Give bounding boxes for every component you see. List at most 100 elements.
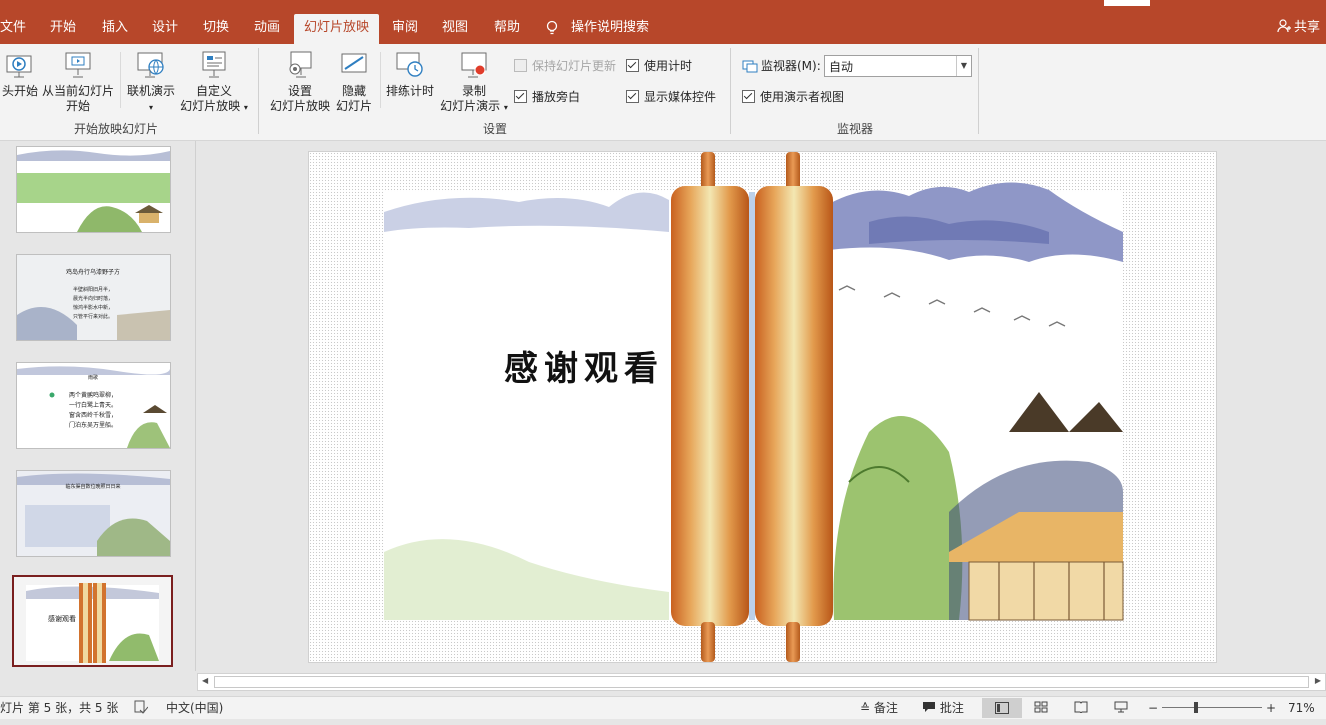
tab-view[interactable]: 视图 [433,14,477,44]
horizontal-scrollbar[interactable]: ◀ ▶ [197,673,1326,691]
slide-editing-area[interactable]: 感谢观看 [308,151,1217,663]
chevron-down-icon[interactable]: ▼ [956,56,971,76]
slide-thumbnail-3[interactable]: 雨歌 两个黄鹂鸣翠柳， 一行白鹭上青天。 窗含西岭千秋雪， 门泊东吴万里船。 [16,362,171,449]
hide-slide-button[interactable]: 隐藏 幻灯片 [334,50,374,114]
comment-icon [923,702,935,712]
window-title-fragment [1104,0,1150,6]
scroll-right-icon[interactable]: ▶ [1315,676,1321,685]
thumbnail-3-bullet [49,392,55,398]
rehearse-timings-button[interactable]: 排练计时 [384,50,436,99]
book-icon [1074,701,1088,714]
thumbnail-3-line: 两个黄鹂鸣翠柳， [69,391,117,399]
group-label-monitor: 监视器 [836,122,873,136]
temple-building [968,561,1124,621]
slide-sorter-button[interactable] [1034,697,1048,719]
notes-button[interactable]: ≙ 备注 [860,697,898,719]
slide-thumbnail-4[interactable]: 临东渠自数位晚照日日来 [16,470,171,557]
slide-thumbnail-2[interactable]: 鸡岛舟行乌漆野子方 半壁斜阳旧月半， 晨光半向归时落， 惊鸿半影水中新， 只管平… [16,254,171,341]
tab-insert[interactable]: 插入 [92,14,138,44]
custom-show-icon [202,51,226,78]
slide-title[interactable]: 感谢观看 [504,349,664,389]
projector-icon [1114,701,1128,713]
current-slide[interactable]: 感谢观看 [309,152,1216,662]
comments-label: 批注 [939,701,964,715]
play-from-start-icon [6,55,32,78]
slideshow-view-button[interactable] [1114,697,1128,719]
monitor-field-label: 监视器(M): [742,58,821,74]
setup-slideshow-label-2: 幻灯片放映 [269,99,330,113]
custom-slideshow-button[interactable]: 自定义 幻灯片放映 ▾ [178,50,250,115]
thumbnail-3-line: 一行白鹭上青天。 [69,401,117,409]
tab-help[interactable]: 帮助 [484,14,530,44]
thumbnail-5-line: 感谢观看 [48,614,76,623]
reading-view-button[interactable] [1074,697,1088,719]
from-beginning-button[interactable]: 头开始 [0,50,40,99]
slide-thumbnail-1[interactable] [16,146,171,233]
thumbnail-2-line: 半壁斜阳旧月半， [73,286,113,293]
comments-button[interactable]: 批注 [922,697,964,719]
from-current-label-1: 从当前幻灯片 [41,84,114,98]
monitor-label: 监视器(M): [761,59,821,73]
present-online-button[interactable]: 联机演示 ▾ [124,50,178,115]
slide-thumbnail-pane[interactable]: 鸡岛舟行乌漆野子方 半壁斜阳旧月半， 晨光半向归时落， 惊鸿半影水中新， 只管平… [0,141,196,671]
use-timings-checkbox[interactable]: 使用计时 [626,58,692,74]
scroll-rod-bottom-left [701,622,715,662]
thumbnail-4-line: 临东渠自数位晚照日日来 [65,483,120,490]
thumbnail-2-line: 只管平行来对此。 [73,313,113,320]
notes-label: 备注 [873,701,898,715]
setup-show-icon [289,51,312,78]
from-current-button[interactable]: 从当前幻灯片 开始 [40,50,116,114]
zoom-slider-handle[interactable] [1194,702,1198,713]
tab-home[interactable]: 开始 [40,14,86,44]
setup-slideshow-button[interactable]: 设置 幻灯片放映 [266,50,334,114]
monitor-select[interactable]: 自动 ▼ [824,55,972,77]
ribbon-divider [120,52,121,108]
tab-transitions[interactable]: 切换 [193,14,239,44]
tab-file[interactable]: 文件 [0,14,26,44]
scrollbar-thumb[interactable] [214,676,1309,688]
normal-view-button[interactable] [982,698,1022,718]
slide-thumbnail-5[interactable]: 感谢观看 [12,575,173,667]
notes-icon: ≙ [860,701,871,715]
zoom-in-button[interactable]: + [1266,697,1276,719]
group-separator [258,48,259,134]
tab-review[interactable]: 审阅 [384,14,426,44]
ribbon-slideshow: 头开始 从当前幻灯片 开始 联机演示 ▾ 自定义 幻灯片放映 ▾ 开始放映幻灯片 … [0,44,1326,141]
play-narration-checkbox[interactable]: 播放旁白 [514,89,580,105]
hide-slide-icon [341,53,367,73]
zoom-slider-track[interactable] [1162,707,1262,708]
tab-slideshow[interactable]: 幻灯片放映 [294,14,379,44]
zoom-out-button[interactable]: − [1148,697,1158,719]
custom-slideshow-label-1: 自定义 [195,84,232,98]
record-icon [461,52,487,78]
rehearse-timings-label: 排练计时 [385,84,434,98]
thumbnail-3-line: 窗含西岭千秋雪， [69,411,117,419]
record-slideshow-button[interactable]: 录制 幻灯片演示 ▾ [438,50,510,115]
thumbnail-3-line: 雨歌 [88,374,98,381]
scroll-roll-left [671,186,749,626]
use-timings-label: 使用计时 [644,59,693,73]
spellcheck-icon[interactable] [134,697,149,719]
from-current-label-2: 开始 [65,99,90,113]
chevron-down-icon: ▾ [243,103,248,112]
thumbnail-2-line: 惊鸿半影水中新， [73,304,113,311]
keep-updated-checkbox[interactable]: 保持幻灯片更新 [514,58,616,74]
tab-animations[interactable]: 动画 [244,14,290,44]
presenter-view-checkbox[interactable]: 使用演示者视图 [742,89,844,105]
group-label-start: 开始放映幻灯片 [73,122,158,136]
scroll-gap [749,192,755,620]
share-button[interactable]: 共享 [1277,14,1320,42]
tell-me-search[interactable]: 操作说明搜索 [568,14,652,44]
ribbon-tab-bar: 文件 开始 插入 设计 切换 动画 幻灯片放映 审阅 视图 帮助 操作说明搜索 … [0,0,1326,44]
language-indicator[interactable]: 中文(中国) [166,697,223,719]
tab-design[interactable]: 设计 [142,14,188,44]
thumbnail-1-picture [17,147,170,232]
scroll-left-icon[interactable]: ◀ [202,676,208,685]
thumbnail-2-line: 晨光半向归时落， [73,295,113,302]
scroll-rod-bottom-right [786,622,800,662]
zoom-level[interactable]: 71% [1288,697,1315,719]
play-narration-label: 播放旁白 [532,90,581,104]
lightbulb-icon [546,14,558,44]
show-media-controls-checkbox[interactable]: 显示媒体控件 [626,89,716,105]
globe-presentation-icon [137,52,164,78]
